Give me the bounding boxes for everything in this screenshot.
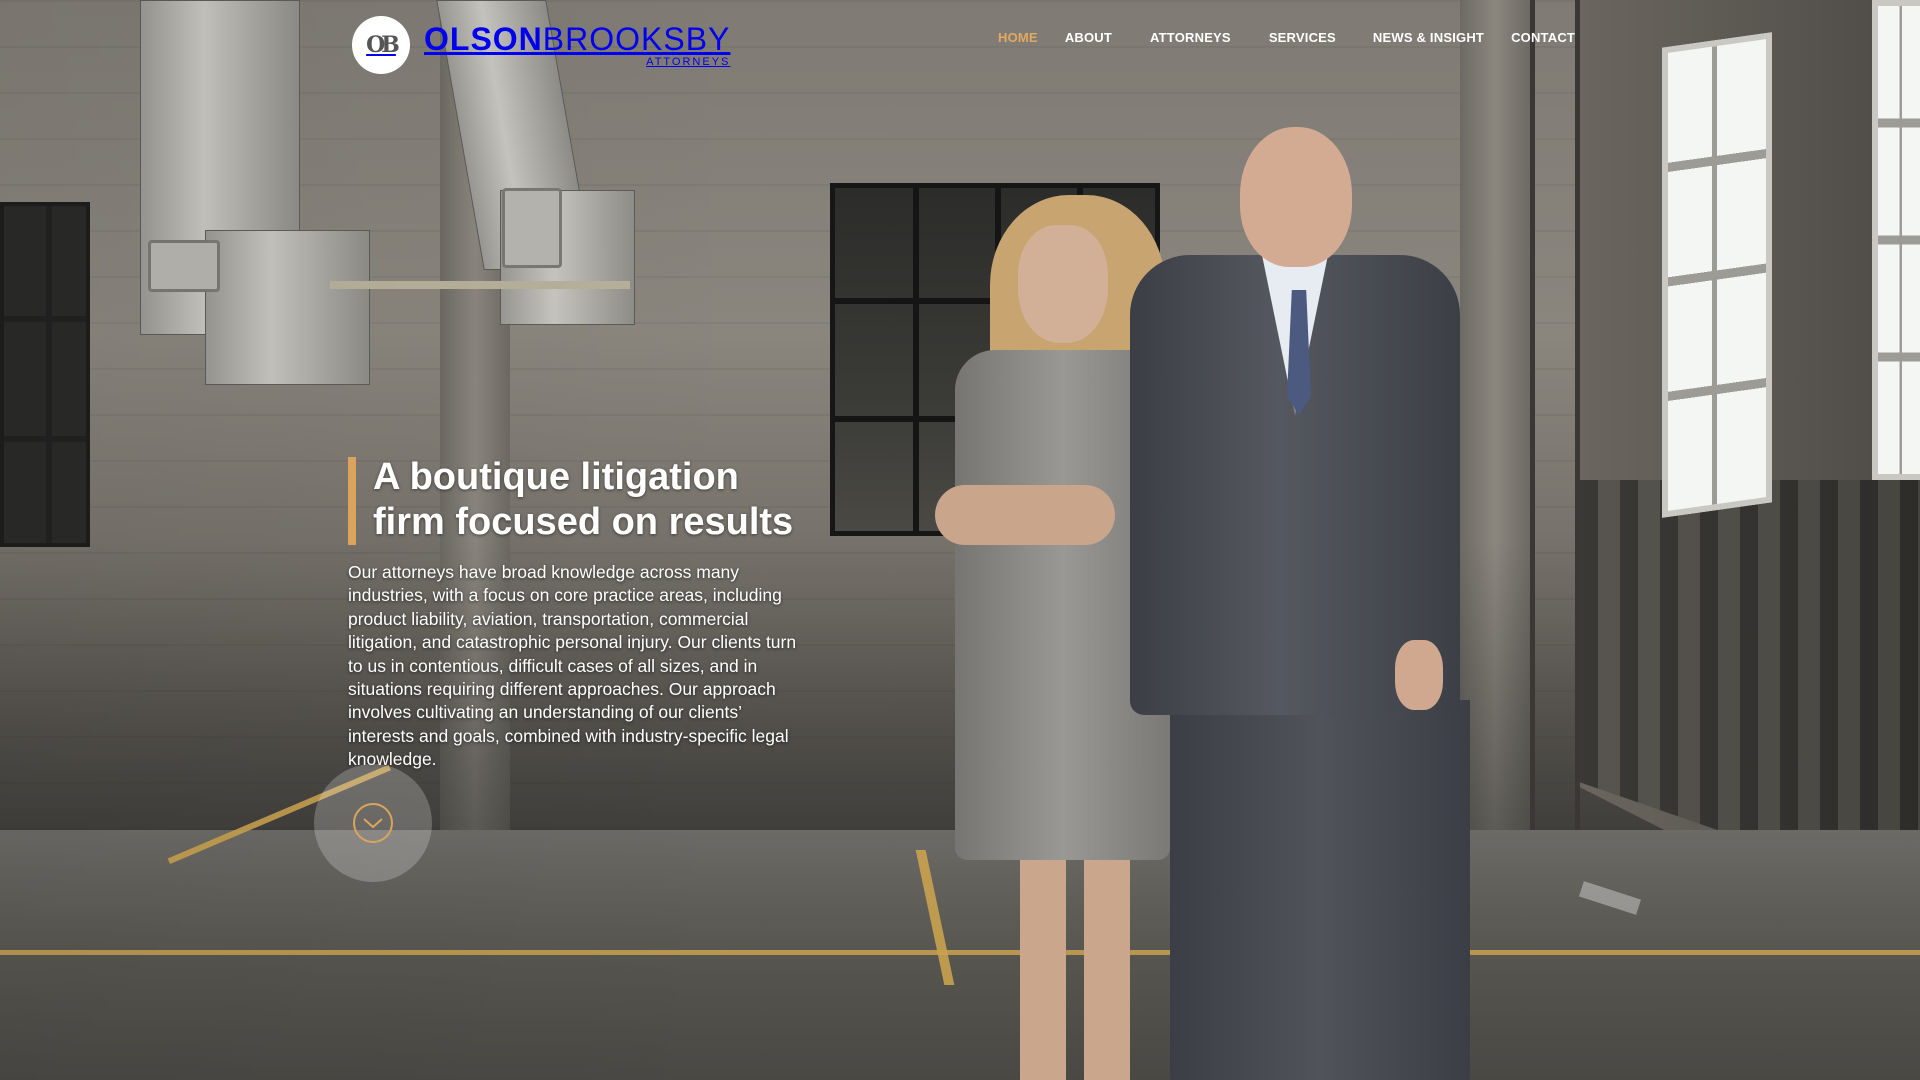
chevron-down-icon <box>353 803 393 843</box>
site-header: OB OLSONBROOKSBY ATTORNEYS HOME ABOUT AT… <box>0 0 1920 90</box>
logo-name: OLSONBROOKSBY <box>424 23 730 55</box>
hero-title: A boutique litigation firm focused on re… <box>373 455 808 545</box>
logo-monogram-icon: OB <box>352 16 410 74</box>
nav-item-news-insight[interactable]: NEWS & INSIGHT <box>1373 30 1484 45</box>
accent-bar <box>348 457 356 545</box>
nav-item-about[interactable]: ABOUT <box>1065 30 1112 45</box>
hero-background-photo <box>0 0 1920 1080</box>
image-overlay <box>0 0 1920 1080</box>
chevron-down-glyph <box>363 818 383 829</box>
nav-item-contact[interactable]: CONTACT <box>1511 30 1575 45</box>
logo-subtitle: ATTORNEYS <box>646 55 731 68</box>
logo-name-bold: OLSON <box>424 20 543 57</box>
hero-title-line-1: A boutique litigation <box>373 456 739 498</box>
logo-name-light: BROOKSBY <box>542 20 731 57</box>
hero-section: A boutique litigation firm focused on re… <box>348 455 808 772</box>
logo-link[interactable]: OB OLSONBROOKSBY ATTORNEYS <box>352 16 730 74</box>
nav-item-home[interactable]: HOME <box>998 30 1038 45</box>
nav-item-attorneys[interactable]: ATTORNEYS <box>1150 30 1231 45</box>
main-nav: HOME ABOUT ATTORNEYS SERVICES NEWS & INS… <box>998 30 1575 45</box>
hero-description: Our attorneys have broad knowledge acros… <box>348 562 797 770</box>
nav-item-services[interactable]: SERVICES <box>1269 30 1336 45</box>
logo-monogram: OB <box>366 32 400 58</box>
scroll-down-button[interactable] <box>314 764 432 882</box>
logo-text: OLSONBROOKSBY ATTORNEYS <box>424 23 730 68</box>
hero-title-line-2: firm focused on results <box>373 501 794 543</box>
hero-title-block: A boutique litigation firm focused on re… <box>348 455 808 545</box>
